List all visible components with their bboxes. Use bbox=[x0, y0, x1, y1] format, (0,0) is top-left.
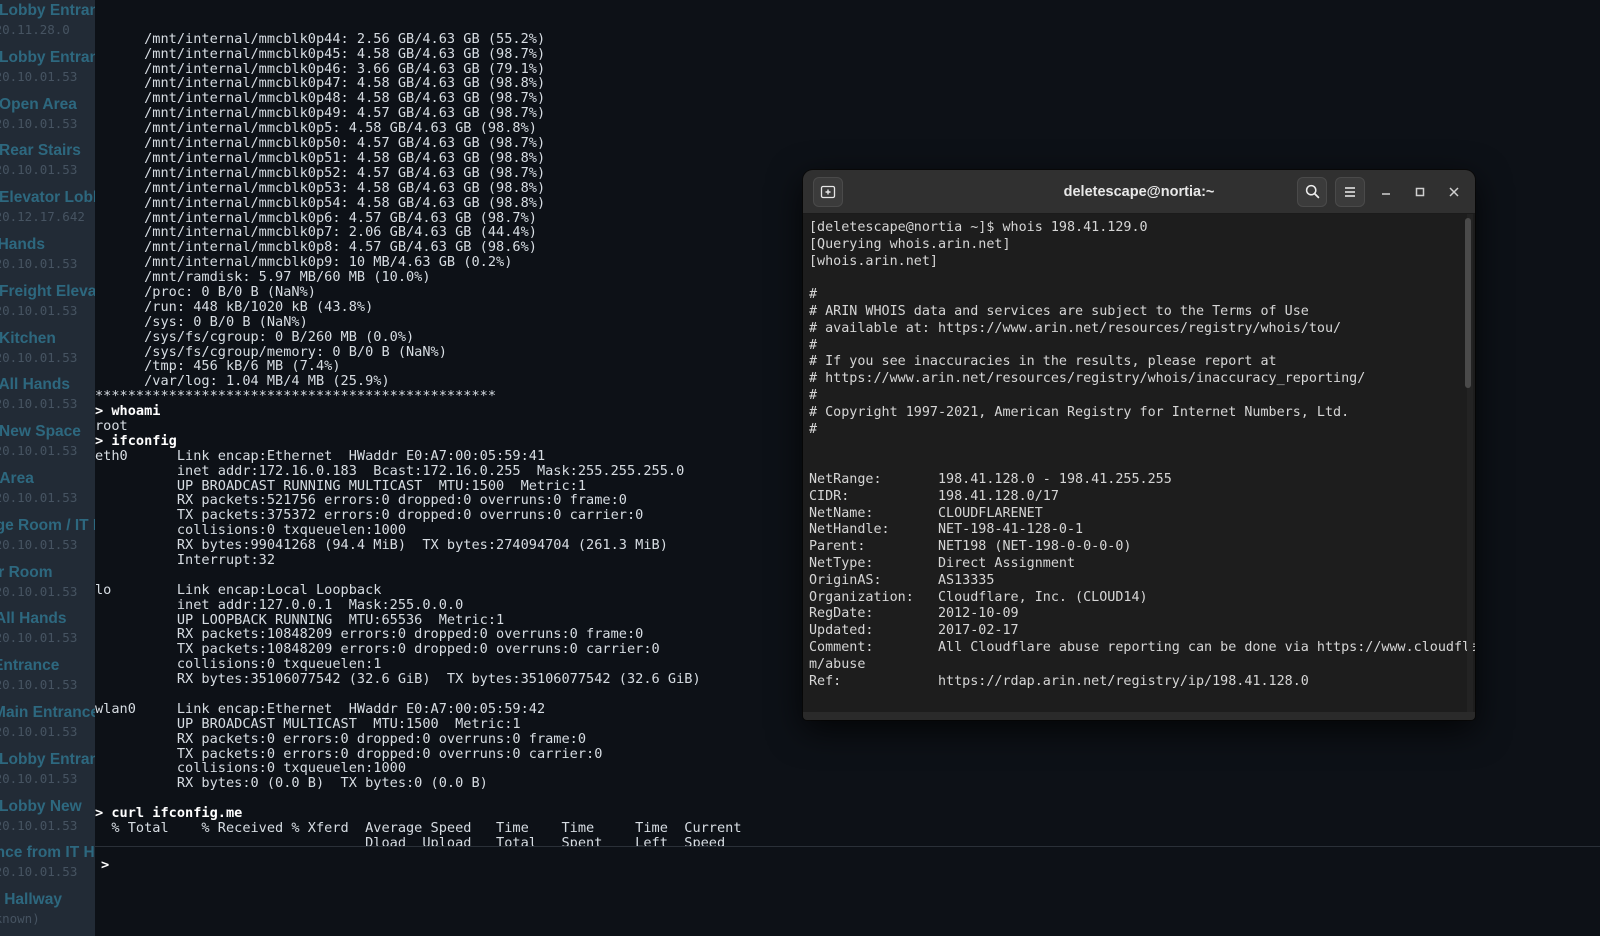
search-icon[interactable] bbox=[1297, 177, 1327, 207]
whois-line bbox=[809, 270, 1465, 287]
terminal-line: collisions:0 txqueuelen:1000 bbox=[95, 761, 1600, 776]
whois-line: NetHandle: NET-198-41-128-0-1 bbox=[809, 522, 1465, 539]
whois-line: # bbox=[809, 422, 1465, 439]
terminal-line: /mnt/internal/mmcblk0p45: 4.58 GB/4.63 G… bbox=[95, 47, 1600, 62]
terminal-line bbox=[95, 791, 1600, 806]
whois-line: Parent: NET198 (NET-198-0-0-0-0) bbox=[809, 539, 1465, 556]
whois-line: # bbox=[809, 388, 1465, 405]
whois-line bbox=[809, 455, 1465, 472]
whois-line: Updated: 2017-02-17 bbox=[809, 623, 1465, 640]
gnome-terminal-bottom-bar bbox=[803, 712, 1475, 720]
whois-line: # bbox=[809, 287, 1465, 304]
terminal-line: /mnt/internal/mmcblk0p46: 3.66 GB/4.63 G… bbox=[95, 62, 1600, 77]
whois-line: CIDR: 198.41.128.0/17 bbox=[809, 489, 1465, 506]
minimize-icon[interactable] bbox=[1373, 179, 1399, 205]
gnome-terminal-titlebar[interactable]: deletescape@nortia:~ bbox=[803, 170, 1475, 214]
whois-line: NetType: Direct Assignment bbox=[809, 556, 1465, 573]
whois-line bbox=[809, 438, 1465, 455]
terminal-line: /mnt/internal/mmcblk0p50: 4.57 GB/4.63 G… bbox=[95, 136, 1600, 151]
terminal-line: RX bytes:0 (0.0 B) TX bytes:0 (0.0 B) bbox=[95, 776, 1600, 791]
whois-line: # If you see inaccuracies in the results… bbox=[809, 354, 1465, 371]
terminal-command: > curl ifconfig.me bbox=[95, 806, 1600, 821]
whois-line: Organization: Cloudflare, Inc. (CLOUD14) bbox=[809, 590, 1465, 607]
terminal-line: /mnt/internal/mmcblk0p48: 4.58 GB/4.63 G… bbox=[95, 91, 1600, 106]
scrollbar-track[interactable] bbox=[1467, 214, 1473, 712]
whois-line: # Copyright 1997-2021, American Registry… bbox=[809, 405, 1465, 422]
whois-line: # available at: https://www.arin.net/res… bbox=[809, 321, 1465, 338]
terminal-line: /mnt/internal/mmcblk0p49: 4.57 GB/4.63 G… bbox=[95, 106, 1600, 121]
terminal-line: /mnt/internal/mmcblk0p5: 4.58 GB/4.63 GB… bbox=[95, 121, 1600, 136]
whois-line: NetRange: 198.41.128.0 - 198.41.255.255 bbox=[809, 472, 1465, 489]
gnome-terminal-body[interactable]: [deletescape@nortia ~]$ whois 198.41.129… bbox=[803, 214, 1475, 712]
whois-line: RegDate: 2012-10-09 bbox=[809, 606, 1465, 623]
terminal-line: /mnt/internal/mmcblk0p51: 4.58 GB/4.63 G… bbox=[95, 151, 1600, 166]
terminal-line: % Total % Received % Xferd Average Speed… bbox=[95, 821, 1600, 836]
screen-root: Floor Lobby Entrance Partialv2020.11.28.… bbox=[0, 0, 1600, 936]
close-icon[interactable] bbox=[1441, 179, 1467, 205]
terminal-line: /mnt/internal/mmcblk0p44: 2.56 GB/4.63 G… bbox=[95, 32, 1600, 47]
terminal-line: /mnt/internal/mmcblk0p47: 4.58 GB/4.63 G… bbox=[95, 76, 1600, 91]
terminal-line: TX packets:0 errors:0 dropped:0 overruns… bbox=[95, 747, 1600, 762]
whois-line: # ARIN WHOIS data and services are subje… bbox=[809, 304, 1465, 321]
new-tab-icon[interactable] bbox=[813, 177, 843, 207]
whois-line: [whois.arin.net] bbox=[809, 254, 1465, 271]
whois-line: # bbox=[809, 338, 1465, 355]
main-terminal-prompt-area[interactable]: > bbox=[95, 846, 1600, 936]
whois-line: OriginAS: AS13335 bbox=[809, 573, 1465, 590]
whois-line: [deletescape@nortia ~]$ whois 198.41.129… bbox=[809, 220, 1465, 237]
gnome-terminal-window[interactable]: deletescape@nortia:~ bbox=[803, 170, 1475, 720]
whois-line: Comment: All Cloudflare abuse reporting … bbox=[809, 640, 1465, 657]
titlebar-controls bbox=[1297, 177, 1467, 207]
whois-line: m/abuse bbox=[809, 657, 1465, 674]
scrollbar-thumb[interactable] bbox=[1465, 218, 1471, 388]
whois-output: [deletescape@nortia ~]$ whois 198.41.129… bbox=[807, 220, 1465, 690]
whois-line: NetName: CLOUDFLARENET bbox=[809, 506, 1465, 523]
whois-line: # https://www.arin.net/resources/registr… bbox=[809, 371, 1465, 388]
maximize-icon[interactable] bbox=[1407, 179, 1433, 205]
whois-line: [Querying whois.arin.net] bbox=[809, 237, 1465, 254]
hamburger-menu-icon[interactable] bbox=[1335, 177, 1365, 207]
whois-line: Ref: https://rdap.arin.net/registry/ip/1… bbox=[809, 674, 1465, 691]
terminal-line: RX packets:0 errors:0 dropped:0 overruns… bbox=[95, 732, 1600, 747]
terminal-prompt-caret: > bbox=[101, 857, 109, 873]
